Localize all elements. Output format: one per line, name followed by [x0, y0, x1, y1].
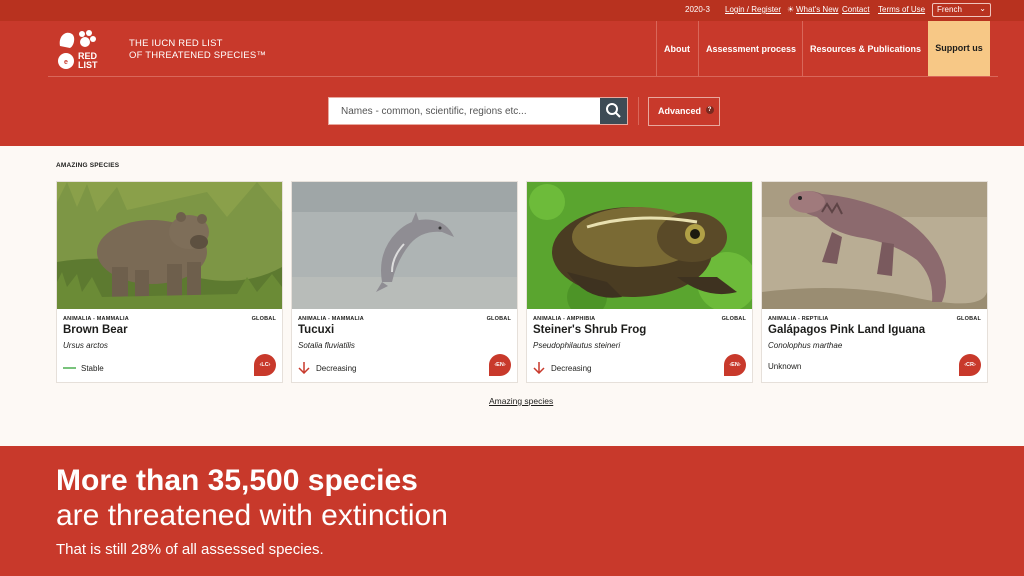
taxonomy-label: ANIMALIA - REPTILIA — [768, 316, 829, 322]
category-badge: ‹EN› — [489, 354, 511, 376]
support-us-button[interactable]: Support us — [928, 21, 990, 76]
scientific-name: Conolophus marthae — [768, 341, 843, 350]
trend-label: Decreasing — [551, 363, 592, 373]
species-card[interactable]: ANIMALIA - AMPHIBIA GLOBAL Steiner's Shr… — [526, 181, 753, 383]
nav-about[interactable]: About — [664, 44, 690, 54]
scope-label: GLOBAL — [721, 316, 746, 322]
header-divider — [48, 76, 998, 77]
category-badge: ‹LC› — [254, 354, 276, 376]
whats-new-link[interactable]: What's New — [796, 5, 838, 15]
common-name: Steiner's Shrub Frog — [533, 324, 647, 336]
login-register-link[interactable]: Login / Register — [725, 5, 781, 15]
common-name: Tucuxi — [298, 324, 335, 336]
site-title: THE IUCN RED LIST OF THREATENED SPECIES™ — [129, 38, 266, 62]
scientific-name: Ursus arctos — [63, 341, 108, 350]
advanced-label: Advanced — [658, 106, 702, 116]
trend-label: Unknown — [768, 362, 802, 371]
scientific-name: Sotalia fluviatilis — [298, 341, 355, 350]
nav-divider — [802, 21, 803, 76]
chevron-down-icon: ⌄ — [979, 4, 986, 13]
species-card[interactable]: ANIMALIA - MAMMALIA GLOBAL Brown Bear Ur… — [56, 181, 283, 383]
redlist-logo[interactable]: e RED LIST — [56, 28, 104, 72]
population-trend: Unknown — [768, 362, 801, 371]
language-select[interactable]: French ⌄ — [932, 3, 991, 17]
scope-label: GLOBAL — [486, 316, 511, 322]
arrow-down-icon — [298, 362, 312, 375]
site-title-line2: OF THREATENED SPECIES™ — [129, 50, 267, 61]
search-separator — [638, 97, 639, 125]
logo-text-list: LIST — [78, 60, 98, 70]
shrub-frog-photo — [527, 182, 752, 309]
taxonomy-label: ANIMALIA - AMPHIBIA — [533, 316, 596, 322]
scope-label: GLOBAL — [251, 316, 276, 322]
nav-assessment-process[interactable]: Assessment process — [706, 44, 796, 54]
contact-link[interactable]: Contact — [842, 5, 870, 15]
stats-detail: That is still 28% of all assessed specie… — [56, 541, 324, 558]
amazing-species-link[interactable]: Amazing species — [489, 396, 553, 406]
site-title-line1: THE IUCN RED LIST — [129, 38, 223, 49]
category-badge: ‹CR› — [959, 354, 981, 376]
amazing-species-heading: AMAZING SPECIES — [56, 162, 120, 169]
version-label: 2020-3 — [685, 5, 710, 14]
species-card[interactable]: ANIMALIA - REPTILIA GLOBAL Galápagos Pin… — [761, 181, 988, 383]
population-trend: Decreasing — [298, 362, 357, 375]
search-box — [328, 97, 628, 125]
top-utility-bar: 2020-3 Login / Register ☀ What's New Con… — [0, 0, 1024, 21]
population-trend: Stable — [63, 362, 104, 374]
nav-resources-publications[interactable]: Resources & Publications — [810, 44, 921, 54]
taxonomy-label: ANIMALIA - MAMMALIA — [298, 316, 364, 322]
trend-label: Decreasing — [316, 363, 357, 373]
common-name: Galápagos Pink Land Iguana — [768, 324, 926, 336]
sun-icon: ☀ — [787, 5, 795, 14]
common-name: Brown Bear — [63, 324, 128, 336]
trend-label: Stable — [81, 363, 104, 373]
terms-link[interactable]: Terms of Use — [878, 5, 925, 15]
search-icon — [606, 103, 621, 118]
nav-divider — [656, 21, 657, 76]
nav-divider — [698, 21, 699, 76]
site-header: e RED LIST THE IUCN RED LIST OF THREATEN… — [0, 21, 1024, 146]
language-value: French — [937, 5, 962, 14]
stats-headline: More than 35,500 species — [56, 464, 418, 497]
svg-text:e: e — [64, 59, 68, 66]
species-card[interactable]: ANIMALIA - MAMMALIA GLOBAL Tucuxi Sotali… — [291, 181, 518, 383]
help-icon: ? — [705, 106, 714, 114]
category-badge: ‹EN› — [724, 354, 746, 376]
population-trend: Decreasing — [533, 362, 592, 375]
arrow-down-icon — [533, 362, 547, 375]
search-button[interactable] — [600, 98, 627, 124]
tucuxi-photo — [292, 182, 517, 309]
threatened-stats-banner: More than 35,500 species are threatened … — [0, 446, 1024, 576]
scope-label: GLOBAL — [956, 316, 981, 322]
taxonomy-label: ANIMALIA - MAMMALIA — [63, 316, 129, 322]
advanced-search-button[interactable]: Advanced ? — [648, 97, 720, 126]
scientific-name: Pseudophilautus steineri — [533, 341, 621, 350]
pink-iguana-photo — [762, 182, 987, 309]
stable-line-icon — [63, 362, 77, 374]
search-input[interactable] — [329, 98, 601, 124]
stats-subheadline: are threatened with extinction — [56, 499, 448, 532]
brown-bear-photo — [57, 182, 282, 309]
